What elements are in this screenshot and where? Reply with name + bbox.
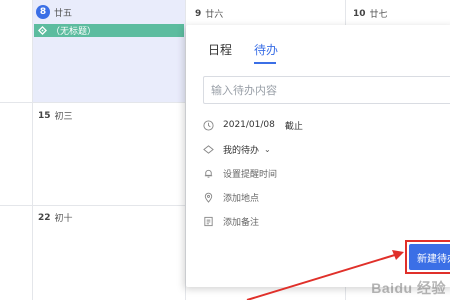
location-row[interactable]: 添加地点 — [202, 189, 259, 205]
day-number: 10 — [353, 8, 366, 19]
note-row[interactable]: 添加备注 — [202, 213, 259, 229]
lunar-date: 廿七 — [369, 10, 388, 20]
tab-schedule[interactable]: 日程 — [208, 41, 232, 58]
event-title: （无标题） — [51, 27, 97, 37]
day-cell-10[interactable]: 10 廿七 — [353, 7, 388, 21]
location-label: 添加地点 — [223, 193, 260, 204]
tab-todo[interactable]: 待办 — [254, 41, 278, 58]
note-label: 添加备注 — [223, 217, 260, 228]
active-tab-indicator — [254, 62, 276, 64]
reminder-label: 设置提醒时间 — [223, 169, 278, 180]
lunar-date: 廿六 — [205, 10, 224, 20]
grid-divider — [32, 0, 33, 300]
todo-list-name: 我的待办 — [223, 145, 260, 156]
new-item-popup: 日程 待办 2021/01/08 截止 我的待办 ⌄ 设置提醒时间 添加地点 添… — [186, 25, 450, 287]
new-todo-button[interactable]: 新建待办 — [409, 244, 450, 270]
day-number: 22 — [38, 212, 51, 223]
deadline-label: 截止 — [284, 121, 303, 132]
event-chip-untitled[interactable]: （无标题） — [34, 24, 184, 37]
chevron-down-icon: ⌄ — [264, 144, 271, 154]
deadline-row[interactable]: 2021/01/08 截止 — [202, 117, 303, 133]
bell-icon — [202, 167, 214, 179]
watermark-logo: Baidu 经验 — [371, 280, 446, 296]
lunar-date: 廿五 — [54, 8, 73, 19]
day-cell-8[interactable]: 8 廿五 — [36, 5, 72, 19]
todo-list-selector[interactable]: 我的待办 ⌄ — [202, 141, 271, 157]
todo-content-input[interactable] — [203, 76, 450, 104]
day-number: 9 — [195, 8, 202, 19]
new-todo-button-label: 新建待办 — [417, 253, 450, 265]
reminder-row[interactable]: 设置提醒时间 — [202, 165, 277, 181]
day-cell-22[interactable]: 22 初十 — [38, 211, 73, 225]
day-cell-15[interactable]: 15 初三 — [38, 109, 73, 123]
tag-icon — [38, 26, 47, 35]
day-cell-9[interactable]: 9 廿六 — [195, 7, 224, 21]
today-date-badge: 8 — [36, 5, 50, 19]
tag-icon — [202, 143, 214, 155]
lunar-date: 初十 — [54, 214, 73, 224]
lunar-date: 初三 — [54, 112, 73, 122]
location-pin-icon — [202, 191, 214, 203]
day-number: 15 — [38, 110, 51, 121]
deadline-date: 2021/01/08 — [223, 120, 275, 130]
clock-icon — [202, 119, 214, 131]
note-icon — [202, 215, 214, 227]
